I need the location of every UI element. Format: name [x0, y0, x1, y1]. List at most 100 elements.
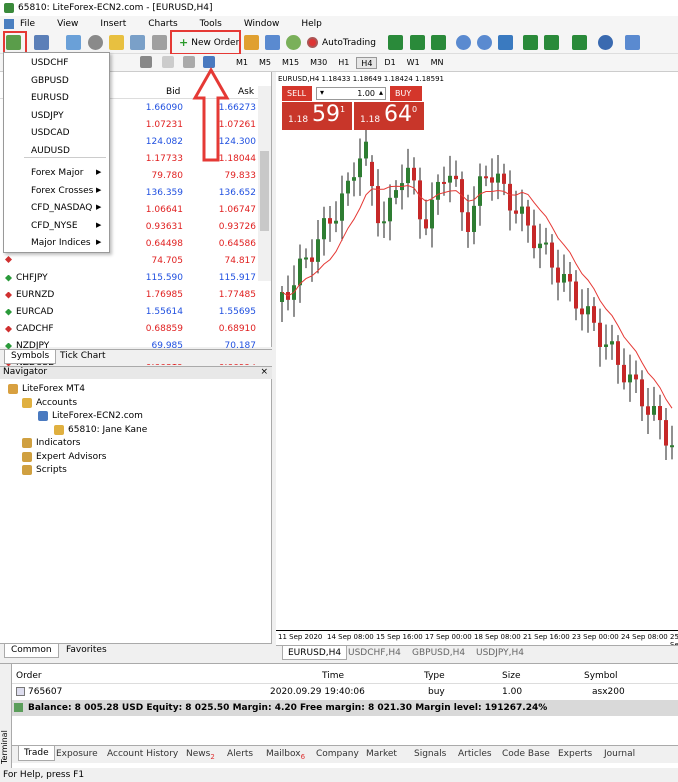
- dropdown-symbol-item[interactable]: USDCAD: [31, 128, 70, 138]
- terminal-tab[interactable]: Journal: [604, 749, 635, 759]
- dropdown-symbol-item[interactable]: USDCHF: [31, 58, 68, 68]
- line-chart-icon[interactable]: [431, 35, 446, 50]
- templates-icon[interactable]: [625, 35, 640, 50]
- tab-favorites[interactable]: Favorites: [60, 644, 113, 658]
- col-size[interactable]: Size: [502, 671, 520, 681]
- signals-icon[interactable]: [265, 35, 280, 50]
- dropdown-group-item[interactable]: CFD_NYSE ▶: [31, 221, 101, 231]
- strategy-tester-icon[interactable]: [152, 35, 167, 50]
- dropdown-group-item[interactable]: CFD_NASDAQ ▶: [31, 203, 101, 213]
- market-watch-scrollbar[interactable]: [258, 86, 271, 281]
- tile-windows-icon[interactable]: [498, 35, 513, 50]
- market-watch-row[interactable]: CADCHF 0.68859 0.68910: [0, 321, 258, 338]
- terminal-tab[interactable]: Trade: [18, 746, 55, 761]
- sell-quote[interactable]: 1.18 59 1: [282, 102, 352, 130]
- lot-up-icon[interactable]: ▴: [379, 88, 383, 97]
- timeframe-m15[interactable]: M15: [278, 57, 303, 69]
- dropdown-symbol-item[interactable]: USDJPY: [31, 111, 64, 121]
- chart-tab-usdchf[interactable]: USDCHF,H4: [348, 648, 401, 658]
- data-window-icon[interactable]: [88, 35, 103, 50]
- dropdown-group-item[interactable]: Major Indices ▶: [31, 238, 101, 248]
- nav-scripts[interactable]: Scripts: [22, 465, 67, 475]
- chart-tab-usdjpy[interactable]: USDJPY,H4: [476, 648, 524, 658]
- terminal-tab[interactable]: Exposure: [56, 749, 98, 759]
- text-icon[interactable]: [162, 56, 174, 68]
- timeframe-w1[interactable]: W1: [403, 57, 424, 69]
- tab-common[interactable]: Common: [4, 644, 59, 658]
- terminal-tab[interactable]: Mailbox6: [266, 749, 305, 761]
- metaeditor-icon[interactable]: [244, 35, 259, 50]
- timeframe-d1[interactable]: D1: [380, 57, 399, 69]
- menu-view[interactable]: View: [57, 19, 78, 29]
- timeframe-h1[interactable]: H1: [334, 57, 353, 69]
- col-order[interactable]: Order: [16, 671, 42, 681]
- chart-shift-icon[interactable]: [523, 35, 538, 50]
- dropdown-symbol-item[interactable]: GBPUSD: [31, 76, 69, 86]
- lot-down-icon[interactable]: ▾: [320, 88, 324, 97]
- order-row[interactable]: 765607 2020.09.29 19:40:06 buy 1.00 asx2…: [12, 684, 678, 700]
- menu-tools[interactable]: Tools: [200, 19, 222, 29]
- menu-help[interactable]: Help: [301, 19, 322, 29]
- profiles-icon[interactable]: [34, 35, 49, 50]
- terminal-tab[interactable]: Account History: [107, 749, 178, 759]
- timeframe-m1[interactable]: M1: [232, 57, 252, 69]
- close-icon[interactable]: ×: [260, 367, 268, 377]
- grid-icon[interactable]: [140, 56, 152, 68]
- chart-tab-gbpusd[interactable]: GBPUSD,H4: [412, 648, 465, 658]
- system-menu-icon[interactable]: [4, 18, 14, 29]
- col-symbol[interactable]: Symbol: [584, 671, 618, 681]
- chart-tab-eurusd[interactable]: EURUSD,H4: [282, 646, 348, 660]
- dropdown-symbol-item[interactable]: AUDUSD: [31, 146, 70, 156]
- dropdown-group-item[interactable]: Forex Crosses ▶: [31, 186, 101, 196]
- nav-indicators[interactable]: Indicators: [22, 438, 80, 448]
- timeframe-m5[interactable]: M5: [255, 57, 275, 69]
- autotrading-button[interactable]: AutoTrading: [307, 34, 376, 51]
- terminal-tab[interactable]: Alerts: [227, 749, 253, 759]
- menu-file[interactable]: File: [20, 19, 35, 29]
- market-watch-row[interactable]: EURCAD 1.55614 1.55695: [0, 304, 258, 321]
- terminal-tab[interactable]: News2: [186, 749, 215, 761]
- col-type[interactable]: Type: [424, 671, 445, 681]
- nav-root[interactable]: LiteForex MT4: [8, 384, 85, 394]
- autoscroll-icon[interactable]: [544, 35, 559, 50]
- market-watch-row[interactable]: EURNZD 1.76985 1.77485: [0, 287, 258, 304]
- buy-button[interactable]: BUY: [390, 86, 422, 101]
- menu-window[interactable]: Window: [244, 19, 280, 29]
- terminal-icon[interactable]: [130, 35, 145, 50]
- dropdown-group-item[interactable]: Forex Major ▶: [31, 168, 101, 178]
- bar-chart-icon[interactable]: [388, 35, 403, 50]
- nav-accounts[interactable]: Accounts: [22, 398, 77, 408]
- market-watch-icon[interactable]: [66, 35, 81, 50]
- buy-quote[interactable]: 1.18 64 0: [354, 102, 424, 130]
- terminal-tab[interactable]: Signals: [414, 749, 446, 759]
- navigator-icon[interactable]: [109, 35, 124, 50]
- market-watch-row[interactable]: 74.705 74.817: [0, 253, 258, 270]
- nav-account[interactable]: 65810: Jane Kane: [54, 425, 147, 435]
- terminal-tab[interactable]: Market: [366, 749, 397, 759]
- dropdown-symbol-item[interactable]: EURUSD: [31, 93, 69, 103]
- bid-column-header[interactable]: Bid: [166, 87, 180, 97]
- menu-charts[interactable]: Charts: [148, 19, 177, 29]
- lot-size-input[interactable]: ▾ 1.00 ▴: [316, 87, 386, 100]
- timeframe-mn[interactable]: MN: [427, 57, 448, 69]
- price-chart[interactable]: EURUSD,H4 1.18433 1.18649 1.18424 1.1859…: [276, 72, 678, 649]
- timeframe-m30[interactable]: M30: [306, 57, 331, 69]
- indicators-icon[interactable]: [572, 35, 587, 50]
- menu-insert[interactable]: Insert: [100, 19, 126, 29]
- tab-symbols[interactable]: Symbols: [4, 350, 57, 364]
- scroll-thumb[interactable]: [260, 151, 269, 231]
- ask-column-header[interactable]: Ask: [238, 87, 254, 97]
- terminal-tab[interactable]: Articles: [458, 749, 492, 759]
- tab-tick-chart[interactable]: Tick Chart: [54, 350, 111, 364]
- terminal-tab[interactable]: Experts: [558, 749, 592, 759]
- nav-expert-advisors[interactable]: Expert Advisors: [22, 452, 106, 462]
- terminal-tab[interactable]: Company: [316, 749, 359, 759]
- nav-server[interactable]: LiteForex-ECN2.com: [38, 411, 143, 421]
- sell-button[interactable]: SELL: [282, 86, 312, 101]
- periods-icon[interactable]: [598, 35, 613, 50]
- market-icon[interactable]: [286, 35, 301, 50]
- terminal-tab[interactable]: Code Base: [502, 749, 550, 759]
- timeframe-h4[interactable]: H4: [356, 57, 378, 69]
- candlestick-icon[interactable]: [410, 35, 425, 50]
- zoom-in-icon[interactable]: [456, 35, 471, 50]
